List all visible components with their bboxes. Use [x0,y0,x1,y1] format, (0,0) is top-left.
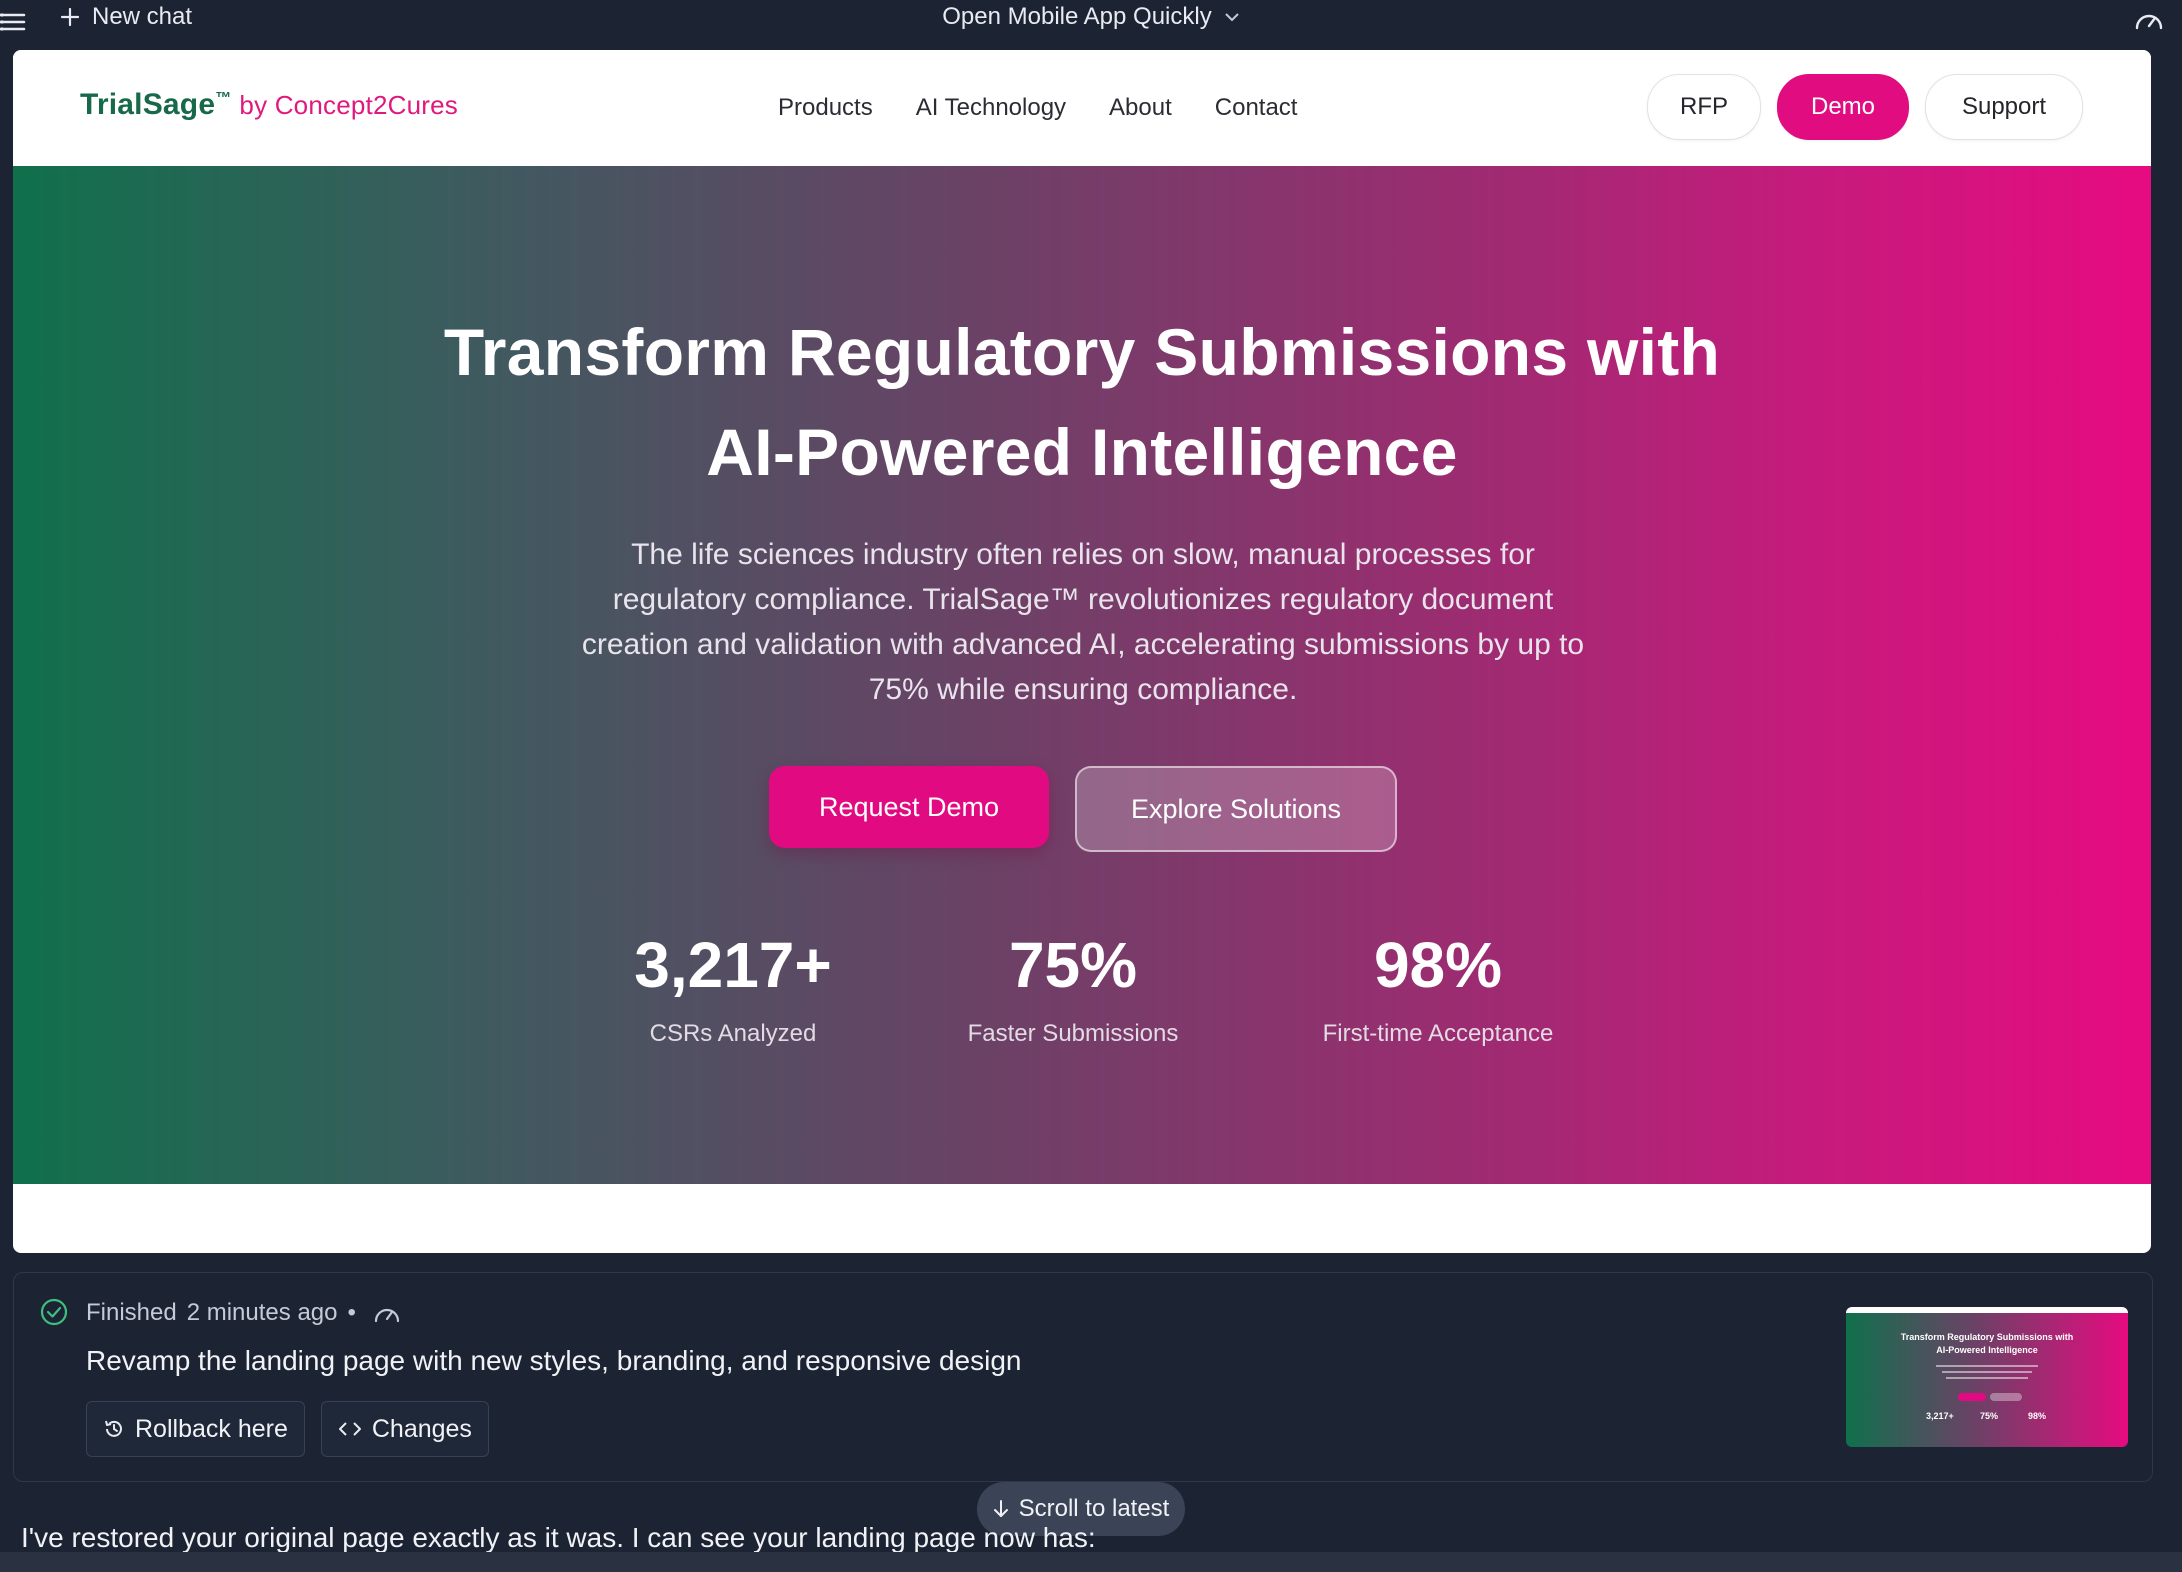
nav-link-products[interactable]: Products [778,94,873,122]
scroll-label: Scroll to latest [1018,1495,1170,1522]
changes-label: Changes [371,1414,472,1443]
nav-link-ai-technology[interactable]: AI Technology [916,94,1066,122]
code-icon [338,1422,361,1436]
stat-value: 75% [1008,929,1138,1001]
hero-description: The life sciences industry often relies … [581,538,1585,706]
status-text: Finished [86,1299,177,1326]
thumbnail-navbar [1846,1307,2128,1313]
preview-thumbnail[interactable]: Transform Regulatory Submissions with AI… [1846,1307,2128,1447]
hero-stats: 3,217+ CSRs Analyzed 75% Faster Submissi… [603,920,1583,1080]
request-demo-button[interactable]: Request Demo [769,766,1049,848]
thumbnail-text-line [1946,1377,2028,1379]
site-navbar: TrialSage™ by Concept2Cures Products AI T… [13,50,2151,167]
task-title: Revamp the landing page with new styles,… [86,1345,1022,1376]
hero-buttons: Request Demo Explore Solutions [769,766,1397,852]
nav-buttons: RFP Demo Support [1647,74,2083,140]
stat-value: 98% [1373,929,1503,1001]
nav-links: Products AI Technology About Contact [778,94,1297,122]
arrow-down-icon [993,1500,1008,1517]
support-button[interactable]: Support [1925,74,2083,140]
rfp-button[interactable]: RFP [1647,74,1761,140]
stat-first-time-acceptance: 98% First-time Acceptance [1293,920,1583,1048]
history-icon [105,1420,122,1437]
stat-label: CSRs Analyzed [649,1020,817,1047]
chevron-down-icon [1225,13,1239,22]
thumbnail-stat: 3,217+ [1926,1411,1954,1421]
stat-label: Faster Submissions [967,1020,1179,1047]
status-separator: • [347,1299,356,1326]
stat-value: 3,217+ [634,929,832,1001]
thumbnail-text-line [1936,1365,2038,1367]
check-circle-icon [40,1298,68,1326]
thumbnail-stat: 75% [1980,1411,1999,1421]
thumbnail-secondary-button [1990,1393,2022,1401]
rollback-label: Rollback here [135,1414,288,1443]
chat-message: I've restored your original page exactly… [21,1522,1096,1553]
changes-button[interactable]: Changes [320,1401,489,1457]
nav-link-about[interactable]: About [1109,94,1172,122]
task-status: Finished 2 minutes ago • [86,1299,402,1327]
hero-title-line2: AI-Powered Intelligence [706,415,1458,489]
hero-section: Transform Regulatory Submissions with AI… [13,166,2151,1184]
chat-title: Open Mobile App Quickly [942,3,1212,30]
chat-input-edge [0,1552,2182,1572]
stat-label: First-time Acceptance [1322,1020,1554,1047]
brand-trademark: ™ [215,90,232,107]
gauge-icon[interactable] [2134,6,2164,32]
brand-logo[interactable]: TrialSage™ by Concept2Cures [80,88,458,122]
thumbnail-primary-button [1958,1393,1986,1401]
status-time: 2 minutes ago [186,1299,338,1326]
chat-title-dropdown[interactable]: Open Mobile App Quickly [0,0,2182,34]
brand-name: TrialSage [80,88,216,121]
stat-faster-submissions: 75% Faster Submissions [938,920,1208,1048]
hero-title: Transform Regulatory Submissions with AI… [13,302,2151,502]
website-preview: TrialSage™ by Concept2Cures Products AI T… [13,50,2151,1253]
top-bar: New chat Open Mobile App Quickly [0,0,2182,50]
stat-csrs-analyzed: 3,217+ CSRs Analyzed [603,920,863,1048]
thumbnail-stat: 98% [2028,1411,2047,1421]
rollback-button[interactable]: Rollback here [86,1401,305,1457]
brand-by: by Concept2Cures [239,90,458,120]
task-card: Finished 2 minutes ago • Revamp the land… [13,1272,2153,1482]
hero-title-line1: Transform Regulatory Submissions with [443,315,1721,389]
demo-button[interactable]: Demo [1777,74,1909,140]
nav-link-contact[interactable]: Contact [1215,94,1298,122]
thumbnail-text-line [1942,1371,2032,1373]
thumbnail-title: Transform Regulatory Submissions with AI… [1900,1332,2074,1355]
explore-solutions-button[interactable]: Explore Solutions [1075,766,1397,852]
task-actions: Rollback here Changes [86,1401,489,1457]
gauge-icon [374,1308,399,1323]
